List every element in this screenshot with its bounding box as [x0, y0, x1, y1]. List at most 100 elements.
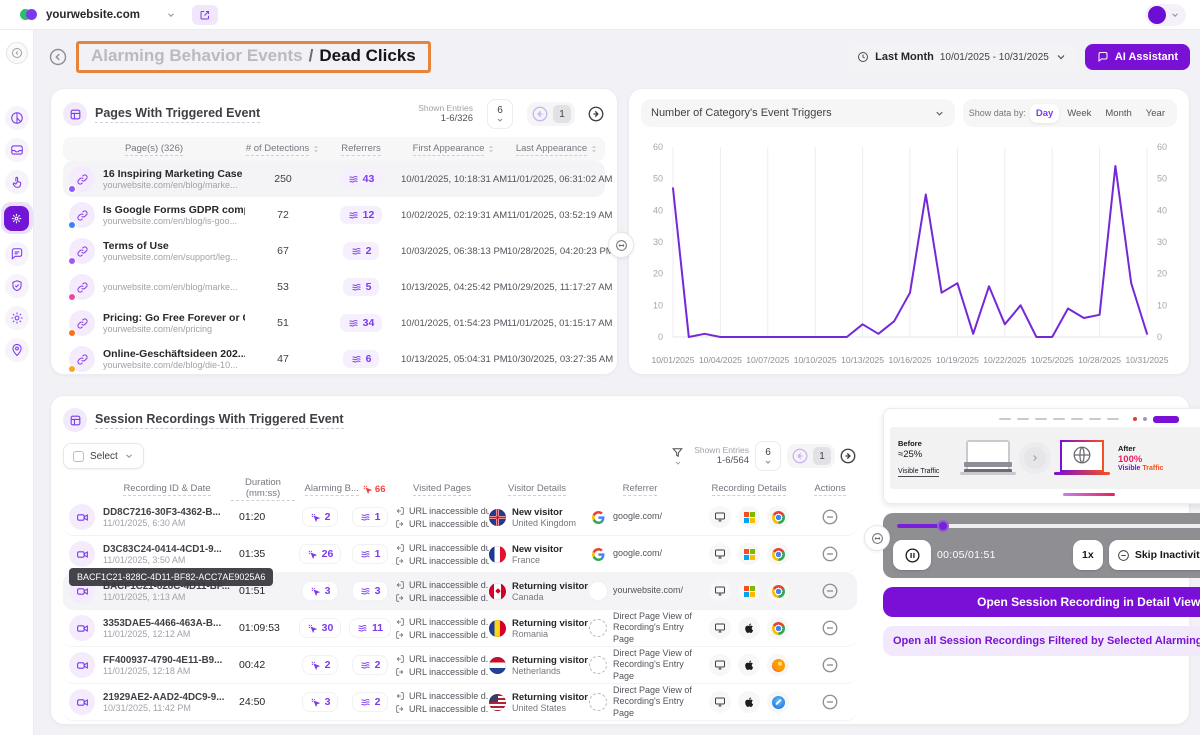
date-range-picker[interactable]: Last Month 10/01/2025 - 10/31/2025: [847, 44, 1077, 70]
metric-select[interactable]: Number of Category's Event Triggers: [641, 99, 955, 127]
back-button[interactable]: [48, 47, 68, 67]
table-row[interactable]: Pricing: Go Free Forever or C...yourwebs…: [63, 305, 605, 341]
sidebar-item-dashboard[interactable]: [5, 106, 29, 130]
alarming-events-badge[interactable]: 26: [299, 544, 342, 564]
alarming-events-badge[interactable]: 30: [299, 618, 342, 638]
sort-icon[interactable]: [312, 144, 320, 154]
prev-page-button[interactable]: [791, 447, 809, 465]
flag-united-states-icon: [489, 694, 506, 711]
recording-thumbnail[interactable]: Before ≈25% Visible Traffic After: [883, 408, 1200, 504]
alarming-events-badge[interactable]: 3: [302, 692, 339, 712]
visited-pages-badge[interactable]: 1: [352, 507, 389, 527]
open-detail-view-button[interactable]: Open Session Recording in Detail View: [883, 587, 1200, 617]
visited-page-link[interactable]: URL inaccessible d...: [395, 630, 489, 640]
table-row[interactable]: Online-Geschäftsideen 202...yourwebsite.…: [63, 341, 605, 377]
resize-panels-button[interactable]: [864, 525, 890, 551]
visited-page-link[interactable]: URL inaccessible d...: [395, 593, 489, 603]
visitor-country: Romania: [512, 629, 588, 639]
table-row[interactable]: 3353DAE5-4466-463A-B...11/01/2025, 12:12…: [63, 610, 857, 647]
page-size-select[interactable]: 6: [755, 441, 781, 471]
referrers-badge[interactable]: 43: [340, 170, 383, 188]
alarming-events-badge[interactable]: 2: [302, 507, 339, 527]
row-actions-button[interactable]: [818, 542, 842, 566]
next-page-button[interactable]: [839, 447, 857, 465]
row-actions-button[interactable]: [818, 616, 842, 640]
alarming-events-badge[interactable]: 2: [302, 655, 339, 675]
table-row[interactable]: 16 Inspiring Marketing Case ...yourwebsi…: [63, 161, 605, 197]
table-row[interactable]: yourwebsite.com/en/blog/marke...53510/13…: [63, 269, 605, 305]
recording-id[interactable]: FF400937-4790-4E11-B9...: [103, 655, 231, 666]
table-row[interactable]: Is Google Forms GDPR comp...yourwebsite.…: [63, 197, 605, 233]
row-actions-button[interactable]: [818, 690, 842, 714]
referrers-badge[interactable]: 34: [340, 314, 383, 332]
visited-pages-badge[interactable]: 11: [349, 618, 391, 638]
visited-page-link[interactable]: URL inaccessible du...: [395, 543, 489, 553]
referrers-badge[interactable]: 12: [340, 206, 383, 224]
sidebar-item-privacy[interactable]: [5, 274, 29, 298]
gear-icon: [10, 311, 24, 325]
visited-pages-badge[interactable]: 1: [352, 544, 389, 564]
row-actions-button[interactable]: [818, 505, 842, 529]
visited-page-link[interactable]: URL inaccessible d...: [395, 667, 489, 677]
visited-page-link[interactable]: URL inaccessible du...: [395, 506, 489, 516]
sidebar-item-alarming-behavior-active[interactable]: [1, 202, 33, 234]
sidebar-item-settings[interactable]: [5, 306, 29, 330]
visited-pages-badge[interactable]: 2: [352, 655, 389, 675]
seek-handle[interactable]: [937, 520, 949, 532]
page-size-select[interactable]: 6: [487, 99, 513, 129]
account-menu[interactable]: [1145, 4, 1186, 26]
ai-assistant-button[interactable]: AI Assistant: [1085, 44, 1190, 70]
visited-page-link[interactable]: URL inaccessible d...: [395, 580, 489, 590]
sidebar-item-feedback[interactable]: [5, 242, 29, 266]
stack-icon: [360, 512, 371, 523]
sidebar-item-inbox[interactable]: [5, 138, 29, 162]
breadcrumb-parent[interactable]: Alarming Behavior Events: [91, 46, 303, 66]
seek-bar[interactable]: [897, 524, 1200, 528]
visited-page-link[interactable]: URL inaccessible d...: [395, 617, 489, 627]
referrers-badge[interactable]: 2: [343, 242, 380, 260]
open-filtered-recordings-button[interactable]: Open all Session Recordings Filtered by …: [883, 626, 1200, 656]
row-actions-button[interactable]: [818, 653, 842, 677]
recording-id[interactable]: 3353DAE5-4466-463A-B...: [103, 618, 231, 629]
referrers-badge[interactable]: 5: [343, 278, 380, 296]
recording-video-icon: [69, 541, 95, 567]
visited-page-link[interactable]: URL inaccessible du...: [395, 519, 489, 529]
table-row[interactable]: Terms of Useyourwebsite.com/en/support/l…: [63, 233, 605, 269]
recording-id[interactable]: DD8C7216-30F3-4362-B...: [103, 507, 231, 518]
chevron-down-icon: [1055, 51, 1067, 63]
visited-page-link[interactable]: URL inaccessible d...: [395, 704, 489, 714]
sort-icon[interactable]: [590, 144, 598, 154]
pause-button[interactable]: [893, 540, 931, 570]
table-row[interactable]: 21929AE2-AAD2-4DC9-9...10/31/2025, 11:42…: [63, 684, 857, 721]
playback-speed-button[interactable]: 1x: [1073, 540, 1103, 570]
sidebar-item-interactions[interactable]: [5, 170, 29, 194]
tab-month[interactable]: Month: [1099, 104, 1137, 123]
filter-button[interactable]: [671, 446, 684, 467]
sidebar-collapse-button[interactable]: [6, 42, 28, 64]
table-row[interactable]: FF400937-4790-4E11-B9...11/01/2025, 12:1…: [63, 647, 857, 684]
row-actions-button[interactable]: [818, 579, 842, 603]
visited-page-link[interactable]: URL inaccessible d...: [395, 691, 489, 701]
sort-icon[interactable]: [487, 144, 495, 154]
page-color-dot: [68, 293, 76, 301]
visited-pages-badge[interactable]: 3: [352, 581, 389, 601]
open-site-button[interactable]: [192, 5, 218, 25]
tab-year[interactable]: Year: [1140, 104, 1171, 123]
recording-id[interactable]: D3C83C24-0414-4CD1-9...: [103, 544, 231, 555]
visitor-type: Returning visitor: [512, 618, 588, 629]
recording-id[interactable]: 21929AE2-AAD2-4DC9-9...: [103, 692, 231, 703]
tab-day[interactable]: Day: [1030, 104, 1059, 123]
sidebar-item-visitors[interactable]: [5, 338, 29, 362]
visited-page-link[interactable]: URL inaccessible du...: [395, 556, 489, 566]
tab-week[interactable]: Week: [1061, 104, 1097, 123]
table-row[interactable]: DD8C7216-30F3-4362-B...11/01/2025, 6:30 …: [63, 499, 857, 536]
resize-panels-button[interactable]: [608, 232, 634, 258]
referrers-badge[interactable]: 6: [343, 350, 380, 368]
site-selector[interactable]: yourwebsite.com: [46, 9, 176, 21]
visited-page-link[interactable]: URL inaccessible d...: [395, 654, 489, 664]
prev-page-button[interactable]: [531, 105, 549, 123]
alarming-events-badge[interactable]: 3: [302, 581, 339, 601]
select-rows-button[interactable]: Select: [63, 443, 144, 469]
next-page-button[interactable]: [587, 105, 605, 123]
visited-pages-badge[interactable]: 2: [352, 692, 389, 712]
